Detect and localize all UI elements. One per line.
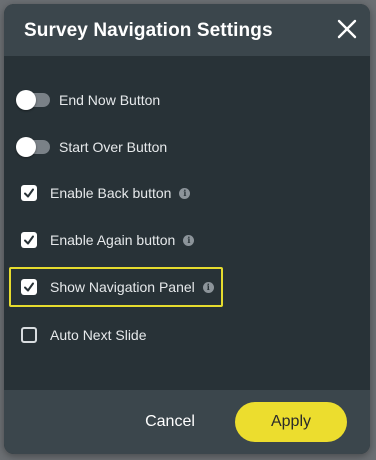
- option-label: End Now Button: [59, 92, 161, 108]
- option-label: Start Over Button: [59, 139, 168, 155]
- option-label: Show Navigation Panel: [50, 279, 195, 295]
- enable-again-checkbox[interactable]: [21, 232, 37, 248]
- option-end-now-button[interactable]: End Now Button: [16, 87, 161, 113]
- checkmark-icon: [24, 188, 34, 198]
- show-navigation-panel-checkbox[interactable]: [21, 279, 37, 295]
- dialog-footer: Cancel Apply: [4, 390, 370, 454]
- info-icon[interactable]: i: [183, 234, 195, 246]
- option-start-over-button[interactable]: Start Over Button: [16, 134, 168, 160]
- info-icon[interactable]: i: [202, 281, 214, 293]
- option-show-navigation-panel[interactable]: Show Navigation Panel i: [18, 274, 214, 300]
- option-enable-again-button[interactable]: Enable Again button i: [18, 227, 195, 253]
- apply-button[interactable]: Apply: [235, 402, 347, 442]
- checkmark-icon: [24, 282, 34, 292]
- option-auto-next-slide[interactable]: Auto Next Slide: [18, 322, 147, 348]
- checkmark-icon: [24, 235, 34, 245]
- cancel-button[interactable]: Cancel: [132, 409, 208, 435]
- toggle-knob: [16, 90, 36, 110]
- end-now-toggle[interactable]: [16, 90, 50, 110]
- option-label: Enable Again button: [50, 232, 176, 248]
- auto-next-slide-checkbox[interactable]: [21, 327, 37, 343]
- close-button[interactable]: [334, 16, 360, 42]
- survey-navigation-settings-dialog: Survey Navigation Settings End Now Butto…: [4, 4, 370, 454]
- dialog-title: Survey Navigation Settings: [24, 20, 273, 41]
- dialog-header: Survey Navigation Settings: [4, 4, 370, 56]
- option-label: Auto Next Slide: [50, 327, 147, 343]
- toggle-knob: [16, 137, 36, 157]
- option-enable-back-button[interactable]: Enable Back button i: [18, 180, 191, 206]
- close-icon: [337, 19, 357, 39]
- enable-back-checkbox[interactable]: [21, 185, 37, 201]
- option-label: Enable Back button: [50, 185, 172, 201]
- start-over-toggle[interactable]: [16, 137, 50, 157]
- info-icon[interactable]: i: [179, 187, 191, 199]
